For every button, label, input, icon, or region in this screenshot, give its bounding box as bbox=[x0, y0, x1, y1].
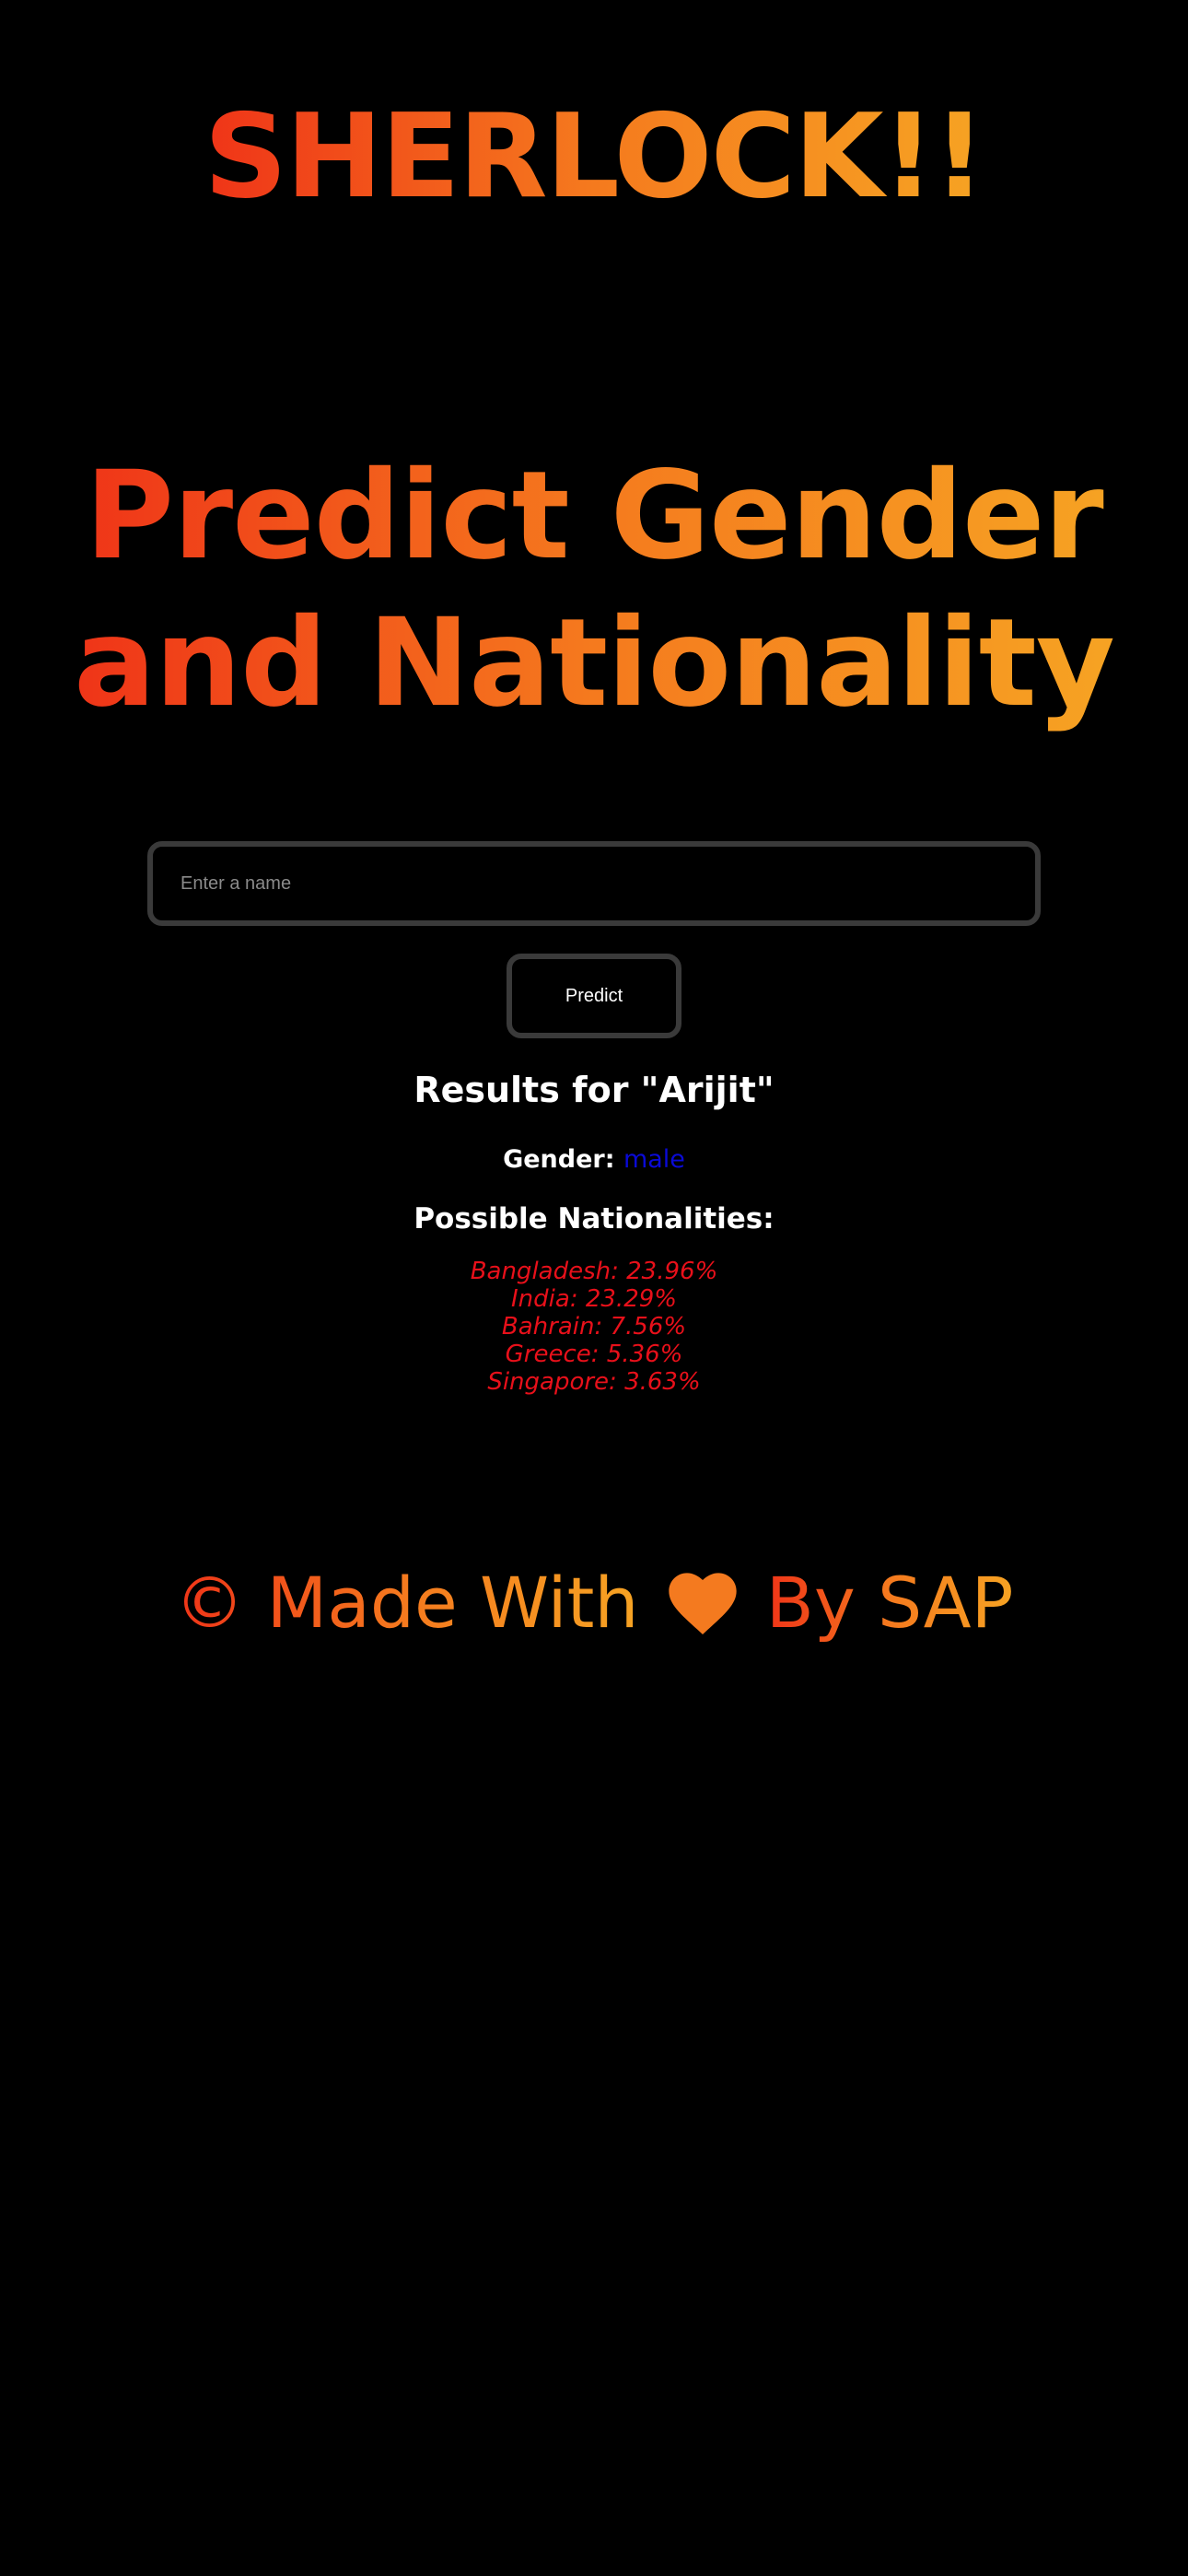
footer-credit-start: © Made With bbox=[175, 1557, 639, 1649]
list-item: Bahrain: 7.56% bbox=[501, 1313, 687, 1341]
hero: Predict Gender and Nationality bbox=[0, 442, 1188, 737]
list-item: India: 23.29% bbox=[511, 1285, 677, 1313]
gender-value: male bbox=[623, 1145, 685, 1174]
page-title-line-2: and Nationality bbox=[74, 592, 1114, 734]
brand-title: SHERLOCK!! bbox=[204, 88, 985, 224]
gender-line: Gender: male bbox=[0, 1142, 1188, 1178]
footer-credit-end: By SAP bbox=[766, 1557, 1014, 1649]
results-title: Results for "Arijit" bbox=[413, 1070, 775, 1110]
page-title-line-1: Predict Gender bbox=[85, 445, 1103, 587]
footer: © Made With By SAP bbox=[0, 1557, 1188, 1649]
app-brand: SHERLOCK!! bbox=[0, 88, 1188, 226]
page-title: Predict Gender and Nationality bbox=[74, 442, 1114, 737]
nationalities-title: Possible Nationalities: bbox=[413, 1202, 775, 1235]
list-item: Greece: 5.36% bbox=[505, 1341, 683, 1368]
results-panel: Results for "Arijit" Gender: male Possib… bbox=[0, 1064, 1188, 1396]
name-input[interactable] bbox=[147, 841, 1041, 926]
predict-button[interactable]: Predict bbox=[507, 954, 681, 1038]
heart-icon bbox=[666, 1568, 740, 1636]
list-item: Bangladesh: 23.96% bbox=[470, 1258, 718, 1285]
list-item: Singapore: 3.63% bbox=[487, 1368, 701, 1396]
nationalities-list: Bangladesh: 23.96% India: 23.29% Bahrain… bbox=[0, 1258, 1188, 1396]
gender-label: Gender: bbox=[503, 1145, 615, 1174]
